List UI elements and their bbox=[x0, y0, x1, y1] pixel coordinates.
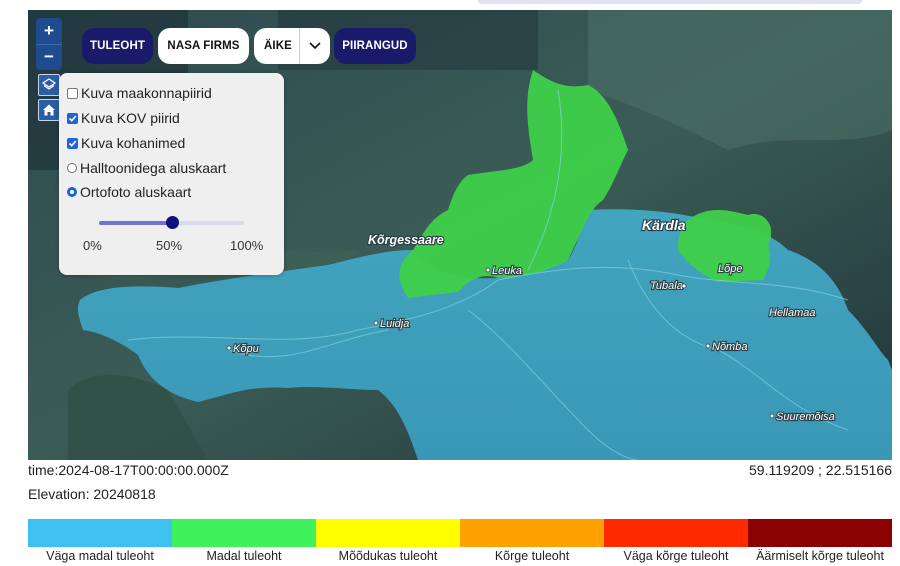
grayscale-basemap-option[interactable]: Halltoonidega aluskaart bbox=[67, 158, 226, 178]
opacity-min-label: 0% bbox=[83, 238, 102, 253]
opacity-slider-fill bbox=[99, 221, 172, 225]
chevron-down-icon bbox=[299, 28, 330, 64]
show-place-names-checkbox[interactable] bbox=[67, 137, 78, 149]
zoom-in-button[interactable]: + bbox=[36, 18, 62, 44]
legend-label-1: Madal tuleoht bbox=[206, 549, 282, 563]
coordinates-readout: 59.119209 ; 22.515166 bbox=[749, 462, 892, 478]
opacity-max-label: 100% bbox=[230, 238, 264, 253]
legend-label-4: Väga kõrge tuleoht bbox=[623, 549, 729, 563]
top-strip bbox=[478, 0, 862, 4]
time-select-dropdown[interactable]: ÄIKE bbox=[254, 28, 330, 64]
show-municipalities-label: Kuva KOV piirid bbox=[81, 110, 180, 126]
home-button[interactable] bbox=[38, 99, 60, 121]
legend-label-0: Väga madal tuleoht bbox=[46, 549, 154, 563]
opacity-slider-thumb[interactable] bbox=[165, 216, 179, 229]
fire-risk-legend-labels: Väga madal tuleoht Madal tuleoht Mõõdukas … bbox=[28, 549, 892, 563]
opacity-slider[interactable] bbox=[99, 216, 244, 229]
home-icon bbox=[43, 104, 55, 116]
grayscale-basemap-radio[interactable] bbox=[67, 163, 77, 173]
layers-icon bbox=[42, 78, 56, 90]
elevation-readout: Elevation: 20240818 bbox=[28, 486, 156, 502]
show-counties-option[interactable]: Kuva maakonnapiirid bbox=[67, 83, 212, 103]
zoom-control: + − bbox=[36, 18, 62, 70]
layers-toggle-button[interactable] bbox=[38, 74, 60, 96]
nasa-firms-button[interactable]: NASA FIRMS bbox=[158, 28, 249, 64]
orthophoto-basemap-option[interactable]: Ortofoto aluskaart bbox=[67, 182, 191, 202]
time-select-value: ÄIKE bbox=[264, 40, 292, 52]
map-view[interactable]: + − TULEOHT NASA FIRMS ÄIKE PIIRANGUD Ku… bbox=[28, 10, 892, 460]
orthophoto-basemap-label: Ortofoto aluskaart bbox=[80, 184, 192, 200]
zoom-out-button[interactable]: − bbox=[36, 43, 62, 71]
show-counties-checkbox[interactable] bbox=[67, 87, 78, 99]
legend-label-2: Mõõdukas tuleoht bbox=[338, 549, 438, 563]
legend-color-4 bbox=[604, 519, 748, 547]
orthophoto-basemap-radio[interactable] bbox=[67, 187, 77, 197]
show-place-names-label: Kuva kohanimed bbox=[81, 135, 186, 151]
show-municipalities-checkbox[interactable] bbox=[67, 112, 78, 124]
grayscale-basemap-label: Halltoonidega aluskaart bbox=[80, 160, 227, 176]
layers-panel: Kuva maakonnapiirid Kuva KOV piirid Kuva… bbox=[59, 73, 284, 275]
show-counties-label: Kuva maakonnapiirid bbox=[81, 85, 212, 101]
legend-color-1 bbox=[172, 519, 316, 547]
show-municipalities-option[interactable]: Kuva KOV piirid bbox=[67, 108, 180, 128]
legend-color-5 bbox=[748, 519, 892, 547]
check-icon bbox=[68, 139, 77, 147]
fire-risk-button[interactable]: TULEOHT bbox=[82, 28, 153, 64]
legend-label-3: Kõrge tuleoht bbox=[494, 549, 570, 563]
boundaries-button[interactable]: PIIRANGUD bbox=[334, 28, 416, 64]
legend-label-5: Äärmiselt kõrge tuleoht bbox=[756, 549, 884, 563]
opacity-mid-label: 50% bbox=[156, 238, 183, 253]
check-icon bbox=[68, 114, 77, 122]
show-place-names-option[interactable]: Kuva kohanimed bbox=[67, 133, 185, 153]
legend-color-2 bbox=[316, 519, 460, 547]
fire-risk-legend-bar bbox=[28, 519, 892, 547]
legend-color-0 bbox=[28, 519, 172, 547]
legend-color-3 bbox=[460, 519, 604, 547]
time-readout: time:2024-08-17T00:00:00.000Z bbox=[28, 462, 229, 478]
